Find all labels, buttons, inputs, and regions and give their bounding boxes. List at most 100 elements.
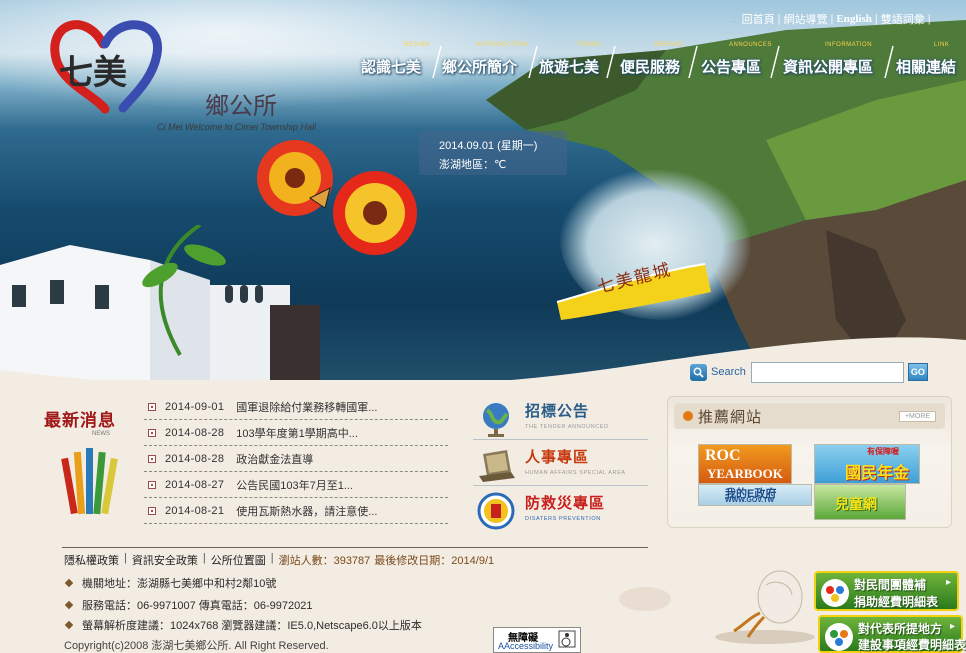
nav-announcements[interactable]: ANNOUNCES 公告專區 [701, 42, 771, 82]
news-item[interactable]: 2014-08-27 公告民國103年7月至1... [144, 472, 448, 498]
banner-line2: YEARBOOK [707, 466, 783, 481]
svg-text:七美: 七美 [59, 53, 127, 93]
civic-grants-button[interactable]: 對民間團體補 捐助經費明細表 ▸ [814, 571, 959, 611]
nav-about-cimei[interactable]: DESIGN 認識七美 [360, 42, 436, 82]
separator: | [202, 552, 206, 564]
search-bar: Search GO [690, 360, 928, 384]
location-map-link[interactable]: 公所位置圖 [211, 552, 266, 568]
nav-divider [884, 45, 894, 79]
home-link[interactable]: 回首頁 [739, 11, 778, 27]
nav-divider [770, 45, 780, 79]
bullet-icon [148, 480, 156, 489]
footer-links: 隱私權政策 | 資訊安全政策 | 公所位置圖 | 瀏站人數：393787 最後修… [64, 552, 494, 568]
news-item[interactable]: 2014-09-01 國軍退除給付業務移轉國軍... [144, 394, 448, 420]
recommended-title: 推薦網站 [698, 409, 763, 426]
english-link[interactable]: English [833, 13, 874, 25]
roc-yearbook-banner[interactable]: ROC YEARBOOK [698, 444, 792, 484]
nav-divider [606, 45, 616, 79]
more-button[interactable]: +MORE [899, 411, 936, 422]
phone-line: 服務電話：06-9971007 傳真電話：06-9972021 [64, 597, 313, 613]
side-button-line2: 建設事項經費明細表 [858, 638, 966, 652]
separator: | [874, 13, 878, 25]
nav-divider [528, 45, 538, 79]
nav-zh-label: 鄉公所簡介 [442, 59, 518, 76]
kids-site-banner[interactable]: 兒童網 [814, 484, 906, 520]
anno-title: 招標公告 [525, 403, 590, 420]
nav-en-label: SERVICE [654, 42, 684, 48]
nav-en-label: DESIGN [404, 42, 431, 48]
council-projects-button[interactable]: 對代表所提地方 建設事項經費明細表 ▸ [818, 615, 966, 653]
logo-title: 鄉公所 [205, 92, 277, 120]
news-link[interactable]: 政治獻金法直導 [236, 451, 313, 467]
accessibility-badge[interactable]: 無障礙 AAccessibility [493, 627, 581, 653]
site-logo[interactable]: 七美 鄉公所 Ci Mei Welcome to Cimei Township … [45, 14, 345, 132]
search-icon[interactable] [690, 363, 707, 381]
news-date: 2014-08-27 [165, 478, 225, 491]
globe-icon [483, 403, 509, 437]
anno-subtitle: THE TENDER ANNOUNCED [525, 424, 609, 430]
current-date: 2014.09.01 (星期一) [439, 140, 538, 152]
news-link[interactable]: 103學年度第1學期高中... [236, 425, 358, 441]
nav-office-intro[interactable]: INTRODUCTION 鄉公所簡介 [442, 42, 534, 82]
news-date: 2014-09-01 [165, 400, 225, 413]
nav-service[interactable]: SERVICE 便民服務 [620, 42, 690, 82]
nav-en-label: INFORMATION [825, 42, 873, 48]
bullet-icon [148, 428, 156, 437]
news-item[interactable]: 2014-08-28 政治獻金法直導 [144, 446, 448, 472]
news-date: 2014-08-28 [165, 452, 225, 465]
nav-travel[interactable]: TRAVEL 旅遊七美 [539, 42, 609, 82]
hermit-crab-image [715, 570, 815, 644]
resolution-line: 螢幕解析度建議：1024x768 瀏覽器建議：IE5.0,Netscape6.0… [64, 617, 422, 633]
sitemap-link[interactable]: 網站導覽 [781, 11, 831, 27]
nav-zh-label: 相關連結 [896, 59, 957, 76]
side-button-line2: 捐助經費明細表 [854, 595, 939, 609]
weather-text: 澎湖地區：℃ [439, 159, 507, 171]
news-title: 最新消息 [44, 411, 116, 430]
nav-zh-label: 便民服務 [620, 59, 681, 76]
nav-information[interactable]: INFORMATION 資訊公開專區 [783, 42, 885, 82]
my-egov-banner[interactable]: 我的E政府 WWW.GOV.TW [698, 484, 812, 506]
news-link[interactable]: 公告民國103年7月至1... [236, 477, 353, 493]
nav-zh-label: 資訊公開專區 [783, 59, 874, 76]
news-link[interactable]: 使用瓦斯熱水器，請注意使... [236, 503, 377, 519]
search-go-button[interactable]: GO [907, 363, 928, 381]
security-policy-link[interactable]: 資訊安全政策 [132, 552, 198, 568]
copyright-text: Copyright(c)2008 澎湖七美鄉公所. All Right Rese… [64, 640, 329, 652]
nav-zh-label: 公告專區 [701, 59, 762, 76]
separator: | [777, 13, 781, 25]
nav-zh-label: 認識七美 [361, 59, 422, 76]
bilingual-glossary-link[interactable]: 雙語詞彙 [878, 11, 928, 27]
last-updated: 最後修改日期：2014/9/1 [374, 555, 495, 567]
pencils-icon [61, 448, 118, 515]
bullet-icon: ::: [730, 14, 737, 24]
anno-title: 人事專區 [525, 449, 590, 466]
nav-en-label: INTRODUCTION [476, 42, 528, 48]
banner-line1: 兒童網 [835, 496, 877, 512]
resolution-text: 螢幕解析度建議：1024x768 瀏覽器建議：IE5.0,Netscape6.0… [82, 620, 422, 632]
chevron-right-icon: ▸ [945, 577, 951, 588]
news-link[interactable]: 國軍退除給付業務移轉國軍... [236, 399, 377, 415]
search-label: Search [711, 366, 746, 378]
banner-line2: 有保障喔 [867, 447, 899, 456]
banner-line1: ROC [705, 447, 741, 464]
visitor-count: 瀏站人數：393787 [278, 555, 371, 567]
nav-divider [688, 45, 698, 79]
nav-links[interactable]: LINK 相關連結 [896, 42, 966, 82]
news-item[interactable]: 2014-08-28 103學年度第1學期高中... [144, 420, 448, 446]
arrow-icon [683, 411, 693, 421]
recommended-header: 推薦網站 +MORE [674, 403, 945, 429]
tender-announcement-link[interactable]: 招標公告 THE TENDER ANNOUNCED [473, 396, 648, 440]
bullet-icon [148, 454, 156, 463]
personnel-area-link[interactable]: 人事專區 HUMAN AFFAIRS SPECIAL AREA [473, 442, 648, 486]
search-input[interactable] [750, 361, 904, 383]
latest-news-heading: 最新消息 NEWS [40, 400, 124, 515]
national-pension-banner[interactable]: 有保障喔 國民年金 [814, 444, 920, 484]
news-item[interactable]: 2014-08-21 使用瓦斯熱水器，請注意使... [144, 498, 448, 524]
disaster-prevention-link[interactable]: 防救災專區 DISATERS PREVENTION [473, 488, 648, 532]
separator: | [270, 552, 274, 564]
privacy-policy-link[interactable]: 隱私權政策 [64, 552, 119, 568]
main-navigation: DESIGN 認識七美 INTRODUCTION 鄉公所簡介 TRAVEL 旅遊… [357, 42, 966, 84]
people-icon [821, 579, 849, 607]
address-line: 機關地址：澎湖縣七美鄉中和村2鄰10號 [64, 575, 276, 591]
phone-text: 服務電話：06-9971007 傳真電話：06-9972021 [82, 600, 313, 612]
